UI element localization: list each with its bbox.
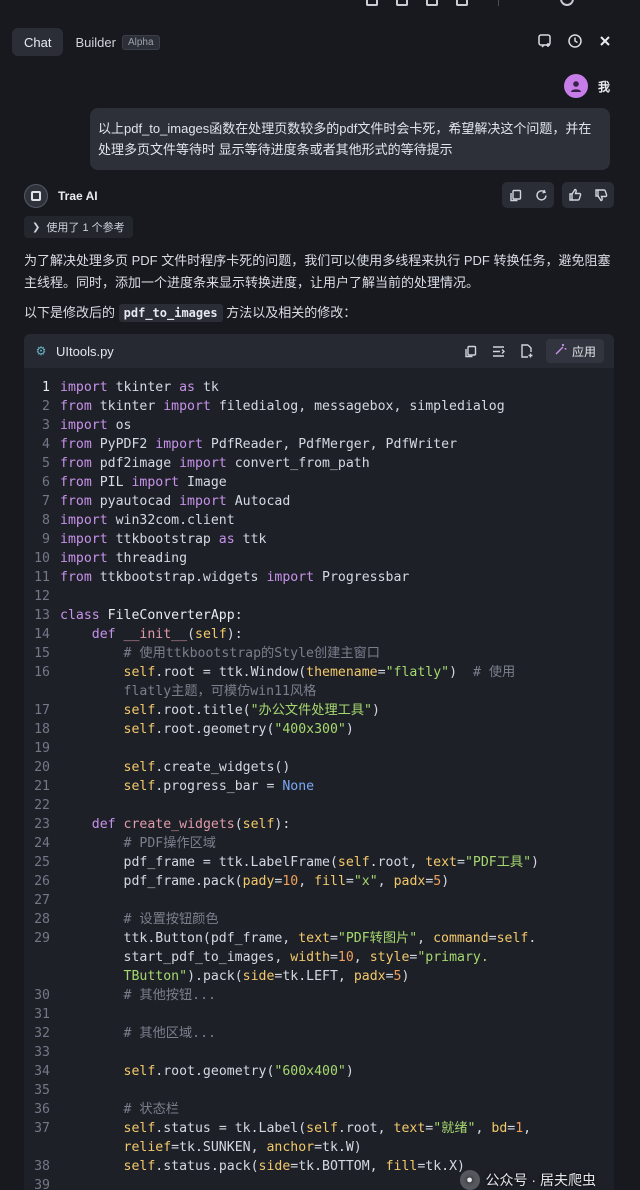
- references-toggle[interactable]: ❯ 使用了 1 个参考: [24, 216, 133, 238]
- code-line: flatly主题，可模仿win11风格: [123, 684, 317, 699]
- code-line: 18 self.root.geometry("400x300"): [34, 722, 354, 737]
- code-line: 22: [34, 798, 50, 813]
- code-line: 13 class FileConverterApp:: [34, 608, 243, 623]
- inline-code: pdf_to_images: [118, 304, 223, 322]
- assistant-header: Trae AI: [24, 182, 614, 210]
- user-header: 我: [563, 74, 610, 98]
- tab-chat[interactable]: Chat: [12, 28, 64, 56]
- code-line: 21 self.progress_bar = None: [34, 779, 315, 794]
- alpha-badge: Alpha: [121, 34, 160, 50]
- code-line: 17 self.root.title("办公文件处理工具"): [34, 703, 380, 718]
- history-icon[interactable]: [566, 32, 584, 50]
- code-block: ⚙ UItools.py 应用 1 import tkinter as tk 2…: [24, 334, 614, 1190]
- code-line: 24 # PDF操作区域: [34, 836, 216, 851]
- code-line: 36 # 状态栏: [34, 1102, 179, 1117]
- code-actions: 应用: [462, 339, 604, 363]
- code-line: 2 from tkinter import filedialog, message…: [42, 399, 505, 414]
- copy-icon[interactable]: [462, 342, 480, 360]
- code-line: 28 # 设置按钮颜色: [34, 912, 219, 927]
- wechat-icon: ●: [459, 1170, 480, 1190]
- code-line: 34 self.root.geometry("600x400"): [34, 1064, 354, 1079]
- python-file-icon: ⚙: [35, 344, 47, 358]
- divider: [498, 0, 499, 6]
- code-line: 27: [34, 893, 50, 908]
- code-line: 8 import win32com.client: [42, 513, 235, 528]
- apply-label: 应用: [571, 344, 596, 359]
- code-line: 31: [34, 1007, 50, 1022]
- header-actions: [536, 32, 614, 50]
- code-line: 7 from pyautocad import Autocad: [42, 494, 291, 509]
- thumbs-up-icon[interactable]: [562, 182, 588, 208]
- trae-logo-icon: [24, 184, 48, 208]
- layout-icon[interactable]: [456, 0, 468, 6]
- code-line: TButton").pack(side=tk.LEFT, padx=5): [123, 969, 410, 984]
- code-line: 35: [34, 1083, 50, 1098]
- magic-wand-icon: [554, 343, 567, 359]
- copy-icon[interactable]: [502, 182, 528, 208]
- code-filename: UItools.py: [56, 343, 114, 359]
- avatar: [563, 74, 588, 98]
- code-line: 30 # 其他按钮...: [34, 988, 216, 1003]
- close-icon[interactable]: [596, 32, 614, 50]
- code-line: 23 def create_widgets(self):: [34, 817, 291, 832]
- code-block-header: ⚙ UItools.py 应用: [24, 334, 614, 368]
- insert-into-terminal-icon[interactable]: [490, 342, 508, 360]
- apply-button[interactable]: 应用: [545, 339, 604, 363]
- code-line: 12: [34, 589, 50, 604]
- code-line: 15 # 使用ttkbootstrap的Style创建主窗口: [34, 646, 380, 661]
- feedback-group: [562, 182, 614, 208]
- code-line: 33: [34, 1045, 50, 1060]
- code-line: 6 from PIL import Image: [42, 475, 227, 490]
- copy-regenerate-group: [502, 182, 554, 208]
- tab-builder[interactable]: Builder Alpha: [63, 28, 171, 56]
- code-line: 29 ttk.Button(pdf_frame, text="PDF转图片", …: [34, 931, 537, 946]
- paragraph-text: 以下是修改后的: [24, 305, 116, 320]
- code-line: 20 self.create_widgets(): [34, 760, 291, 775]
- thumbs-down-icon[interactable]: [588, 182, 614, 208]
- code-line: 16 self.root = ttk.Window(themename="fla…: [34, 665, 516, 680]
- code-line: 37 self.status = tk.Label(self.root, tex…: [34, 1121, 532, 1136]
- code-line: 19: [34, 741, 50, 756]
- code-line: 11 from ttkbootstrap.widgets import Progr…: [34, 570, 410, 585]
- code-line: relief=tk.SUNKEN, anchor=tk.W): [123, 1140, 362, 1155]
- watermark-text: 公众号 · 居夫爬虫: [485, 1172, 596, 1188]
- code-line: 26 pdf_frame.pack(pady=10, fill="x", pad…: [34, 874, 450, 889]
- paragraph-text: 方法以及相关的修改：: [226, 305, 357, 320]
- layout-icon[interactable]: [396, 0, 408, 6]
- references-label: 使用了 1 个参考: [46, 222, 125, 234]
- layout-icon[interactable]: [426, 0, 438, 6]
- tab-label: Chat: [24, 34, 52, 50]
- top-toolbar-strip: [0, 0, 640, 14]
- code-line: 32 # 其他区域...: [34, 1026, 216, 1041]
- tab-bar: Chat Builder Alpha: [12, 28, 172, 56]
- code-content[interactable]: 1 import tkinter as tk 2 from tkinter impo…: [24, 368, 614, 1190]
- layout-icon[interactable]: [366, 0, 378, 6]
- chat-panel: Chat Builder Alpha 我 以上pdf_to_images函数在处…: [4, 14, 640, 1190]
- assistant-name: Trae AI: [58, 189, 98, 203]
- answer-paragraph: 为了解决处理多页 PDF 文件时程序卡死的问题，我们可以使用多线程来执行 PDF…: [24, 253, 611, 290]
- user-message-bubble: 以上pdf_to_images函数在处理页数较多的pdf文件时会卡死，希望解决这…: [90, 108, 610, 170]
- code-line: 1 import tkinter as tk: [42, 380, 219, 395]
- code-line: 25 pdf_frame = ttk.LabelFrame(self.root,…: [34, 855, 539, 870]
- account-icon[interactable]: [560, 0, 574, 6]
- regenerate-icon[interactable]: [528, 182, 554, 208]
- code-line: 9 import ttkbootstrap as ttk: [42, 532, 267, 547]
- code-line: 10 import threading: [34, 551, 188, 566]
- code-line: start_pdf_to_images, width=10, style="pr…: [60, 950, 489, 965]
- code-line: 5 from pdf2image import convert_from_path: [42, 456, 370, 471]
- tab-label: Builder: [75, 34, 116, 50]
- user-name: 我: [597, 79, 610, 94]
- code-line: 14 def __init__(self):: [34, 627, 243, 642]
- chevron-right-icon: ❯: [32, 221, 41, 233]
- new-chat-icon[interactable]: [536, 32, 554, 50]
- code-line: 3 import os: [42, 418, 132, 433]
- insert-file-icon[interactable]: [518, 342, 536, 360]
- answer-paragraph: 以下是修改后的 pdf_to_images 方法以及相关的修改：: [24, 302, 614, 324]
- message-actions: [502, 182, 614, 208]
- code-line: 4 from PyPDF2 import PdfReader, PdfMerger…: [42, 437, 458, 452]
- watermark: ● 公众号 · 居夫爬虫: [459, 1170, 596, 1190]
